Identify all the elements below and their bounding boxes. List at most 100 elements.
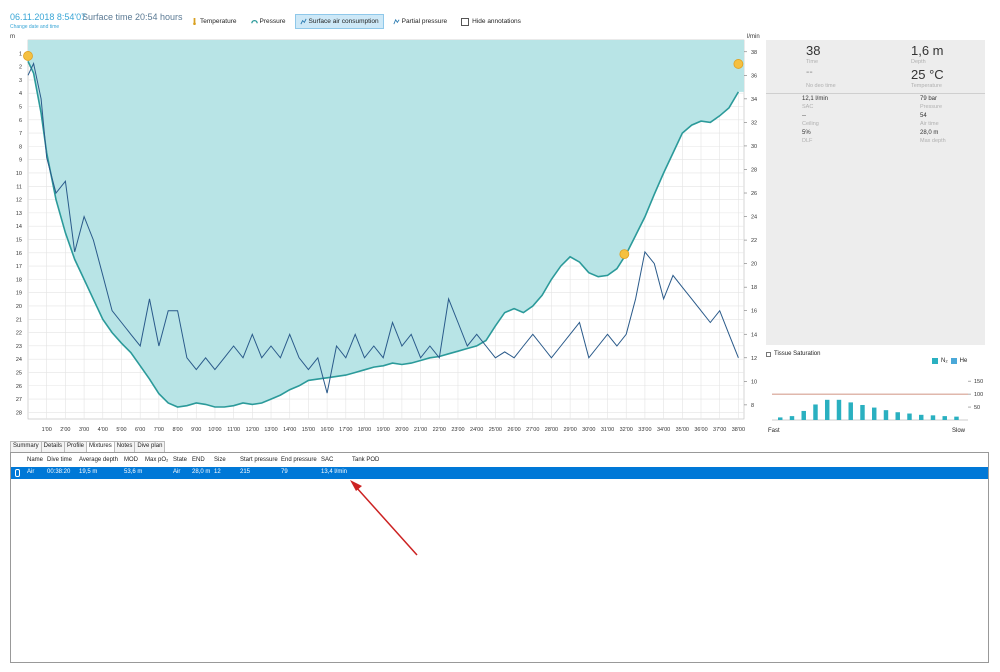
depth-tick-label: 24 (16, 357, 22, 363)
col-sac[interactable]: SAC (321, 457, 333, 463)
col-name[interactable]: Name (27, 457, 43, 463)
cell-start-pressure: 215 (240, 469, 251, 475)
col-state[interactable]: State (173, 457, 187, 463)
tab-summary[interactable]: Summary (10, 441, 42, 452)
sac-value: 12,1 l/min (802, 96, 829, 102)
col-start-pressure[interactable]: Start pressure (240, 457, 278, 463)
x-tick-label: 27'00 (526, 427, 539, 433)
col-max-po2[interactable]: Max pO₂ (145, 457, 168, 463)
x-tick-label: 9'00 (191, 427, 201, 433)
cell-state: Air (173, 469, 181, 475)
cell-size: 12 (214, 469, 221, 475)
x-tick-label: 21'00 (414, 427, 427, 433)
nodeco-value: -- (806, 67, 813, 78)
depth-tick-label: 7 (19, 131, 22, 137)
x-tick-label: 15'00 (302, 427, 315, 433)
partial-pressure-toggle[interactable]: Partial pressure (388, 14, 453, 29)
tissue-bar (836, 399, 842, 420)
col-tank-pod[interactable]: Tank POD (352, 457, 379, 463)
dlf-value: 5% (802, 130, 811, 136)
fast-label: Fast (768, 428, 780, 434)
dive-profile-chart[interactable]: 1'00 2'00 3'00 4'00 5'00 6'00 7'00 8'00 9'00 10'0… (0, 32, 766, 437)
depth-tick-label: 9 (19, 158, 22, 164)
tissue-bar (848, 402, 853, 420)
end-marker[interactable] (733, 59, 744, 69)
depth-tick-label: 26 (16, 384, 22, 390)
tissue-bar (778, 417, 783, 420)
temperature-info-label: Temperature (911, 83, 942, 89)
x-tick-label: 37'00 (713, 427, 726, 433)
sac-icon (299, 18, 307, 25)
depth-tick-label: 11 (16, 184, 22, 190)
depth-tick-label: 23 (16, 344, 22, 350)
depth-tick-label: 1 (19, 51, 22, 57)
sac-tick-label: 34 (751, 97, 757, 103)
sac-toggle[interactable]: Surface air consumption (294, 14, 384, 29)
cell-end-pressure: 79 (281, 469, 288, 475)
sac-info-label: SAC (802, 104, 814, 110)
depth-tick-label: 12 (16, 198, 22, 204)
x-tick-label: 25'00 (489, 427, 502, 433)
tab-mixtures[interactable]: Mixtures (86, 441, 115, 452)
table-row[interactable]: Air 00:38:20 19,5 m 53,6 m Air 28,0 m 12… (11, 467, 988, 479)
x-tick-label: 2'00 (60, 427, 70, 433)
pressure-value: 79 bar (920, 96, 938, 102)
sac-axis-unit: l/min (747, 34, 760, 40)
tab-notes[interactable]: Notes (113, 441, 136, 452)
x-tick-label: 29'00 (563, 427, 576, 433)
col-end-pressure[interactable]: End pressure (281, 457, 317, 463)
sac-tick-label: 14 (751, 332, 757, 338)
col-size[interactable]: Size (214, 457, 226, 463)
sac-tick-label: 18 (751, 285, 757, 291)
depth-tick-label: 3 (19, 78, 22, 84)
x-tick-label: 8'00 (172, 427, 182, 433)
depth-tick-label: 18 (16, 277, 22, 283)
pressure-toggle[interactable]: Pressure (246, 14, 291, 29)
x-tick-label: 7'00 (154, 427, 164, 433)
nodeco-label: No deo time (806, 83, 836, 89)
tab-profile[interactable]: Profile (64, 441, 88, 452)
surface-time: Surface time 20:54 hours (82, 12, 183, 22)
col-average-depth[interactable]: Average depth (79, 457, 118, 463)
pressure-info-label: Pressure (920, 104, 943, 110)
ceiling-value: -- (802, 113, 806, 119)
ceiling-label: Ceiling (802, 121, 819, 127)
x-tick-label: 1'00 (42, 427, 52, 433)
col-end[interactable]: END (192, 457, 205, 463)
x-tick-label: 26'00 (507, 427, 520, 433)
x-tick-label: 6'00 (135, 427, 145, 433)
depth-tick-label: 27 (16, 397, 22, 403)
change-date-link[interactable]: Change date and time (10, 24, 59, 30)
airtime-value: 54 (920, 113, 927, 119)
depth-tick-label: 5 (19, 104, 22, 110)
cell-end: 28,0 m (192, 469, 211, 475)
x-tick-label: 22'00 (433, 427, 446, 433)
depth-tick-label: 10 (16, 171, 22, 177)
tissue-bar (919, 414, 924, 420)
col-mod[interactable]: MOD (124, 457, 138, 463)
tab-details[interactable]: Details (40, 441, 66, 452)
x-tick-label: 35'00 (676, 427, 689, 433)
depth-tick-label: 16 (16, 251, 22, 257)
depth-axis-unit: m (10, 34, 15, 40)
airtime-label: Air time (920, 121, 939, 127)
hide-annotations-checkbox[interactable]: Hide annotations (456, 14, 526, 29)
x-tick-label: 38'00 (732, 427, 745, 433)
x-tick-label: 23'00 (451, 427, 464, 433)
depth-tick-label: 15 (16, 237, 22, 243)
tab-dive-plan[interactable]: Dive plan (134, 441, 166, 452)
deco-marker[interactable] (619, 249, 630, 260)
depth-label: Depth (911, 59, 926, 65)
x-tick-label: 5'00 (116, 427, 126, 433)
col-dive-time[interactable]: Dive time (47, 457, 72, 463)
tissue-tick-label: 50 (974, 405, 980, 411)
tissue-bar (813, 404, 818, 420)
tissue-bar (930, 415, 936, 420)
cell-dive-time: 00:38:20 (47, 469, 71, 475)
x-tick-label: 28'00 (545, 427, 558, 433)
temperature-value: 25 °C (911, 67, 944, 82)
start-marker[interactable] (23, 51, 33, 61)
temperature-toggle[interactable]: Temperature (186, 14, 242, 29)
sac-tick-label: 36 (751, 73, 757, 79)
depth-tick-label: 22 (16, 331, 22, 337)
